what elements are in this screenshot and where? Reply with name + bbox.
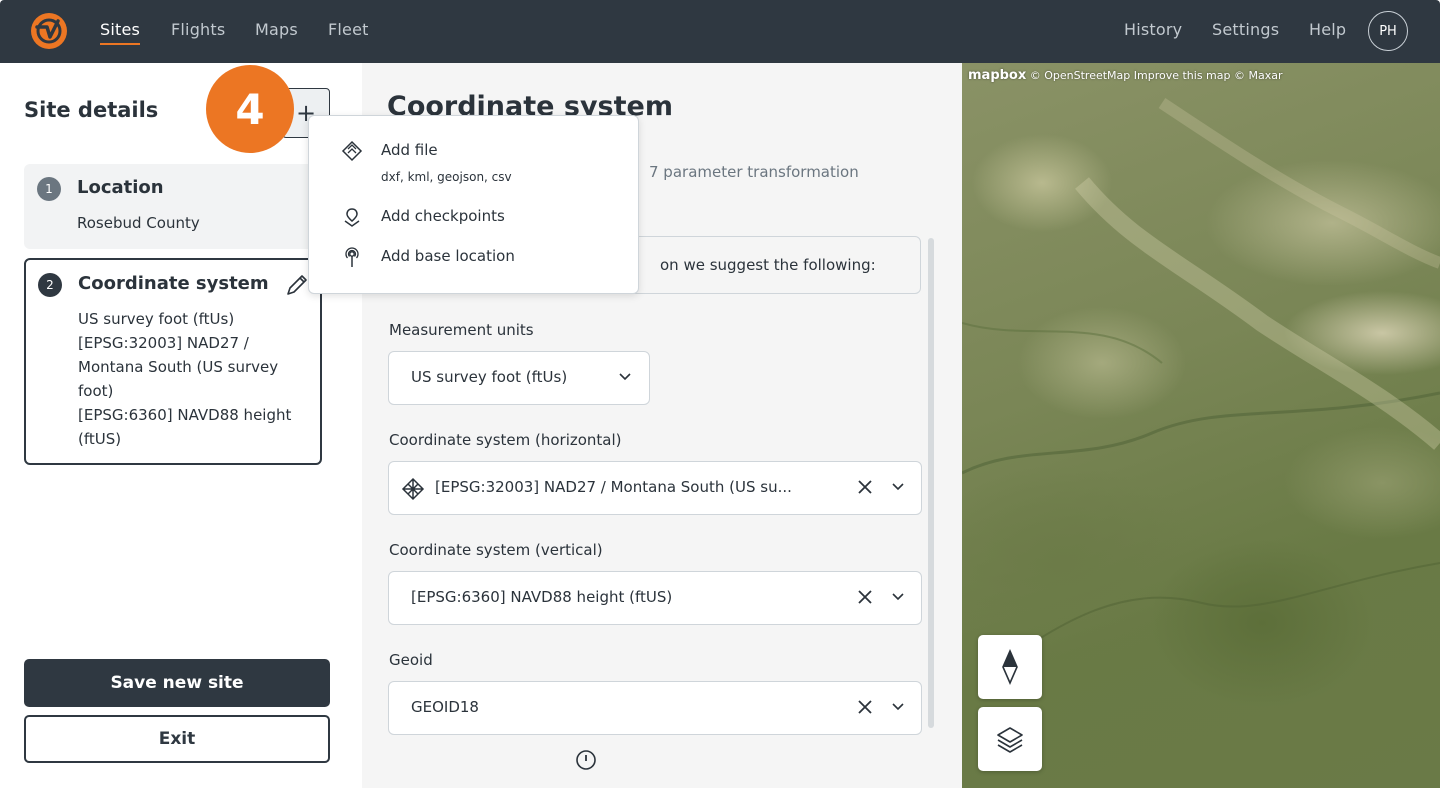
menu-item-add-base-location[interactable]: Add base location bbox=[309, 246, 638, 272]
step-number: 2 bbox=[38, 273, 62, 297]
detail-line: (ftUS) bbox=[78, 430, 122, 448]
panel-scrollbar[interactable] bbox=[928, 238, 934, 728]
step-number: 1 bbox=[37, 177, 61, 201]
add-menu: Add file dxf, kml, geojson, csv Add chec… bbox=[308, 115, 639, 294]
select-value: US survey foot (ftUs) bbox=[411, 368, 568, 386]
grid-projection-icon bbox=[401, 477, 425, 501]
menu-item-label: Add base location bbox=[381, 247, 515, 265]
chevron-down-icon bbox=[619, 373, 631, 381]
horizontal-system-label: Coordinate system (horizontal) bbox=[389, 431, 622, 449]
menu-item-add-file[interactable]: Add file dxf, kml, geojson, csv bbox=[309, 140, 638, 192]
map-attribution: mapbox © OpenStreetMap Improve this map … bbox=[968, 68, 1283, 83]
info-icon[interactable] bbox=[575, 749, 597, 771]
vertical-system-label: Coordinate system (vertical) bbox=[389, 541, 603, 559]
page-title: Site details bbox=[24, 98, 159, 122]
detail-line: Montana South (US survey bbox=[78, 358, 279, 376]
select-value: [EPSG:32003] NAD27 / Montana South (US s… bbox=[435, 478, 792, 496]
nav-help[interactable]: Help bbox=[1309, 20, 1346, 39]
vertical-system-select[interactable]: [EPSG:6360] NAVD88 height (ftUS) bbox=[388, 571, 922, 625]
logo-icon bbox=[33, 15, 65, 47]
add-file-icon bbox=[341, 140, 363, 162]
step-coordinate-system[interactable]: 2 Coordinate system US survey foot (ftUs… bbox=[24, 258, 322, 465]
select-value: [EPSG:6360] NAVD88 height (ftUS) bbox=[411, 588, 673, 606]
menu-item-label: Add file bbox=[381, 141, 438, 159]
clear-x-icon[interactable] bbox=[857, 589, 873, 605]
detail-line: US survey foot (ftUs) bbox=[78, 310, 235, 328]
mapbox-logo: mapbox bbox=[968, 68, 1027, 83]
step-title: Location bbox=[77, 177, 164, 198]
horizontal-system-select[interactable]: [EPSG:32003] NAD27 / Montana South (US s… bbox=[388, 461, 922, 515]
nav-settings[interactable]: Settings bbox=[1212, 20, 1279, 39]
detail-line: [EPSG:6360] NAVD88 height bbox=[78, 406, 292, 424]
nav-sites[interactable]: Sites bbox=[100, 20, 141, 45]
step-location[interactable]: 1 Location Rosebud County bbox=[24, 164, 321, 249]
checkpoint-icon bbox=[344, 208, 360, 227]
measurement-units-label: Measurement units bbox=[389, 321, 534, 339]
clear-x-icon[interactable] bbox=[857, 479, 873, 495]
layers-icon bbox=[997, 727, 1023, 753]
measurement-units-select[interactable]: US survey foot (ftUs) bbox=[388, 351, 650, 405]
exit-button[interactable]: Exit bbox=[24, 715, 330, 763]
menu-item-add-checkpoints[interactable]: Add checkpoints bbox=[309, 206, 638, 232]
detail-line: [EPSG:32003] NAD27 / bbox=[78, 334, 249, 352]
attribution-links[interactable]: © OpenStreetMap Improve this map © Maxar bbox=[1030, 69, 1283, 82]
tutorial-step-badge: 4 bbox=[206, 65, 294, 153]
geoid-select[interactable]: GEOID18 bbox=[388, 681, 922, 735]
nav-history[interactable]: History bbox=[1124, 20, 1182, 39]
user-avatar[interactable]: PH bbox=[1368, 11, 1408, 51]
chevron-down-icon bbox=[892, 703, 904, 711]
nav-fleet[interactable]: Fleet bbox=[328, 20, 369, 39]
chevron-down-icon bbox=[892, 483, 904, 491]
satellite-map[interactable]: mapbox © OpenStreetMap Improve this map … bbox=[962, 63, 1440, 788]
nav-maps[interactable]: Maps bbox=[255, 20, 298, 39]
transformation-option[interactable]: 7 parameter transformation bbox=[649, 163, 859, 181]
suggestion-text: on we suggest the following: bbox=[660, 256, 876, 274]
app-logo[interactable] bbox=[31, 13, 67, 49]
compass-button[interactable] bbox=[978, 635, 1042, 699]
edit-pencil-icon[interactable] bbox=[285, 273, 309, 297]
top-navigation-bar: Sites Flights Maps Fleet History Setting… bbox=[0, 0, 1440, 63]
save-new-site-button[interactable]: Save new site bbox=[24, 659, 330, 707]
step-title: Coordinate system bbox=[78, 273, 269, 294]
detail-line: foot) bbox=[78, 382, 114, 400]
base-location-icon bbox=[345, 247, 359, 267]
menu-item-hint: dxf, kml, geojson, csv bbox=[381, 170, 512, 184]
geoid-label: Geoid bbox=[389, 651, 433, 669]
layers-button[interactable] bbox=[978, 707, 1042, 771]
step-subtitle: Rosebud County bbox=[77, 214, 200, 232]
clear-x-icon[interactable] bbox=[857, 699, 873, 715]
chevron-down-icon bbox=[892, 593, 904, 601]
nav-flights[interactable]: Flights bbox=[171, 20, 225, 39]
compass-icon bbox=[1002, 649, 1018, 685]
step-details: US survey foot (ftUs) [EPSG:32003] NAD27… bbox=[78, 307, 291, 451]
menu-item-label: Add checkpoints bbox=[381, 207, 505, 225]
select-value: GEOID18 bbox=[411, 698, 479, 716]
